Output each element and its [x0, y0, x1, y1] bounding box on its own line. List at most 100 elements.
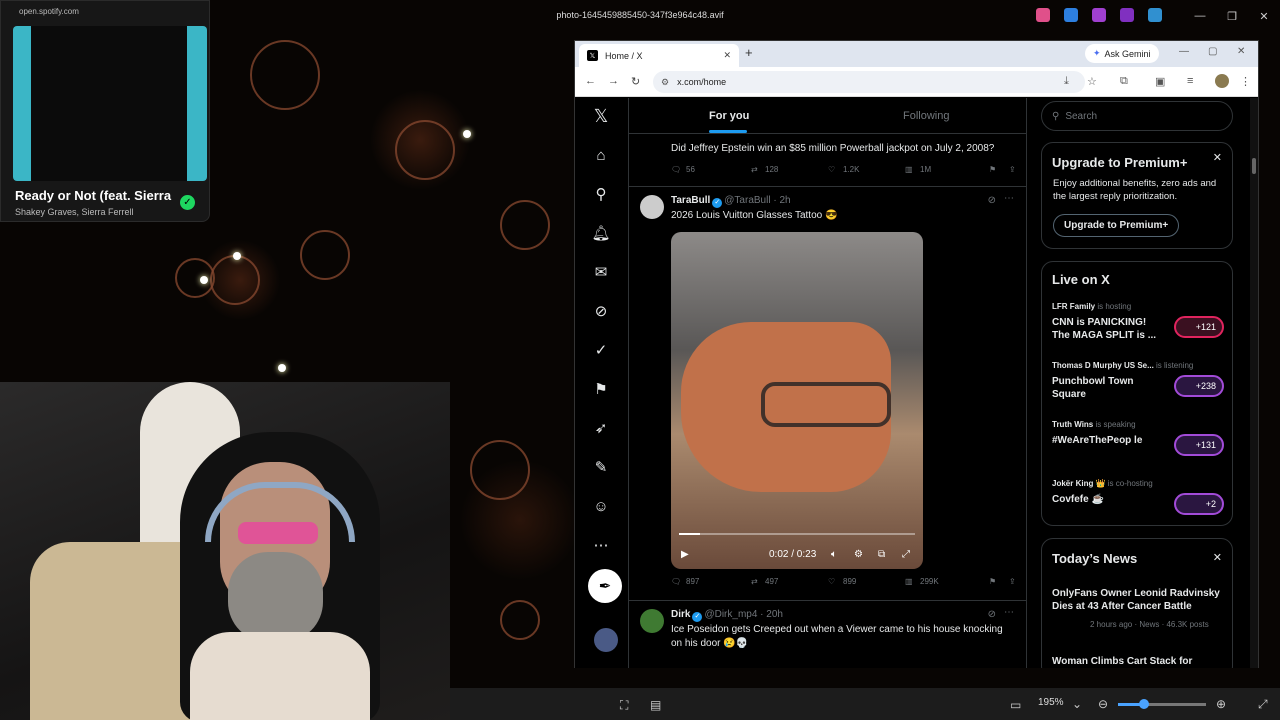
compose-post-button[interactable]: ✒ [588, 569, 622, 603]
back-icon[interactable]: ← [585, 75, 596, 87]
author-handle[interactable]: @Dirk_mp4 · 20h [704, 609, 783, 620]
zoom-level[interactable]: 195% [1038, 697, 1064, 708]
home-icon[interactable]: ⌂ [589, 143, 613, 167]
share-icon[interactable]: ⇪ [1009, 165, 1016, 174]
app-icon[interactable] [1148, 8, 1162, 22]
author-avatar[interactable] [640, 609, 664, 633]
live-space[interactable]: LFR Family is hosting CNN is PANICKING! … [1052, 302, 1224, 341]
fit-screen-icon[interactable]: ⛶ [620, 698, 628, 713]
video-player[interactable]: ▶ 0:02 / 0:23 🔈︎ ⚙ ⧉ ⤢ [671, 232, 923, 569]
reply-icon[interactable]: 🗨︎ [671, 577, 681, 586]
settings-icon[interactable]: ⚙ [854, 549, 863, 560]
minimize-icon[interactable]: — [1184, 4, 1216, 28]
author-name[interactable]: TaraBull [671, 195, 710, 206]
post-text[interactable]: 2026 Louis Vuitton Glasses Tattoo 😎 [671, 209, 1016, 223]
post-text[interactable]: Ice Poseidon gets Creeped out when a Vie… [671, 623, 1016, 651]
author-avatar[interactable] [640, 195, 664, 219]
new-tab-button[interactable]: + [745, 45, 753, 60]
grok-icon[interactable]: ⊘ [988, 195, 996, 206]
saved-check-icon[interactable]: ✓ [180, 195, 195, 210]
explore-icon[interactable]: ⚲ [589, 182, 613, 206]
profile-avatar[interactable] [1215, 74, 1229, 88]
profile-icon[interactable]: ☺ [589, 494, 613, 518]
post-dirk[interactable]: Dirk ✓ @Dirk_mp4 · 20h ⊘ ⋯ Ice Poseidon ge… [629, 600, 1026, 668]
extensions-icon[interactable]: ⧉ [1120, 75, 1128, 88]
bookmark-star-icon[interactable]: ☆ [1087, 75, 1097, 88]
pip-icon[interactable]: ⧉ [878, 549, 885, 560]
maximize-icon[interactable]: ▢ [1208, 46, 1217, 57]
video-progress[interactable] [679, 533, 915, 535]
app-icon[interactable] [1092, 8, 1106, 22]
close-icon[interactable]: ✕ [1248, 4, 1280, 28]
reading-list-icon[interactable]: ▣ [1155, 75, 1165, 88]
app-icon[interactable] [1036, 8, 1050, 22]
reply-icon[interactable]: 🗨︎ [671, 165, 681, 174]
more-icon[interactable]: ⋯ [1004, 607, 1014, 618]
close-icon[interactable]: ✕ [1213, 551, 1222, 564]
more-icon[interactable]: ⋯ [589, 533, 613, 557]
post-actions: 🗨︎ 897 ⇄ 497 ♡ 899 ▥ 299K ⚑ ⇪ [671, 577, 1016, 591]
ask-gemini-button[interactable]: ✦ Ask Gemini [1085, 44, 1159, 63]
fullscreen-icon[interactable]: ⤢ [1258, 697, 1268, 712]
site-info-icon[interactable]: ⚙ [661, 77, 669, 88]
text-select-icon[interactable]: ▤ [650, 698, 661, 712]
author-name[interactable]: Dirk [671, 609, 690, 620]
views-icon[interactable]: ▥ [905, 165, 913, 174]
menu-icon[interactable]: ⋮ [1240, 75, 1251, 88]
rocket-icon[interactable]: ➶ [589, 416, 613, 440]
forward-icon[interactable]: → [608, 75, 619, 87]
tab-for-you[interactable]: For you [709, 110, 749, 122]
zoom-in-icon[interactable]: ⊕ [1216, 697, 1226, 711]
tab-following[interactable]: Following [903, 110, 949, 122]
close-icon[interactable]: ✕ [1237, 46, 1245, 57]
app-icon[interactable] [1064, 8, 1078, 22]
fullscreen-icon[interactable]: ⤢ [902, 549, 910, 560]
volume-icon[interactable]: 🔈︎ [831, 549, 837, 560]
verified-icon[interactable]: ✓ [589, 338, 613, 362]
news-item-title[interactable]: Woman Climbs Cart Stack for [1052, 655, 1224, 668]
page-scrollbar[interactable] [1250, 98, 1258, 668]
bookmark-icon[interactable]: ⚑ [989, 165, 996, 174]
maximize-icon[interactable]: ❐ [1216, 4, 1248, 28]
more-icon[interactable]: ⋯ [1004, 193, 1014, 204]
install-icon[interactable]: ⤓ [1064, 75, 1069, 88]
reload-icon[interactable]: ↻ [631, 75, 640, 88]
bookmark-icon[interactable]: ⚑ [989, 577, 996, 586]
repost-icon[interactable]: ⇄ [751, 165, 758, 174]
notifications-icon[interactable]: 🔔︎ [589, 221, 613, 245]
zoom-slider[interactable] [1118, 699, 1206, 709]
author-handle[interactable]: @TaraBull · 2h [724, 195, 790, 206]
zoom-out-icon[interactable]: ⊖ [1098, 697, 1108, 711]
live-space[interactable]: Thomas D Murphy US Se... is listening Pu… [1052, 361, 1224, 400]
views-icon[interactable]: ▥ [905, 577, 913, 586]
like-icon[interactable]: ♡ [828, 577, 835, 586]
account-avatar[interactable] [594, 628, 618, 652]
drafts-icon[interactable]: ✎ [589, 455, 613, 479]
chevron-down-icon[interactable]: ⌄ [1072, 697, 1082, 711]
post-tarabull[interactable]: TaraBull ✓ @TaraBull · 2h ⊘ ⋯ 2026 Louis V… [629, 186, 1026, 600]
minimize-icon[interactable]: — [1179, 46, 1189, 57]
play-icon[interactable]: ▶ [681, 549, 689, 560]
live-space[interactable]: Truth Wins is speaking #WeAreThePeop le … [1052, 420, 1224, 456]
messages-icon[interactable]: ✉ [589, 260, 613, 284]
post-text[interactable]: Did Jeffrey Epstein win an $85 million P… [671, 142, 1016, 156]
host-name: Truth Wins [1052, 420, 1094, 429]
close-tab-icon[interactable]: ✕ [723, 50, 731, 61]
app-icon[interactable] [1120, 8, 1134, 22]
repost-icon[interactable]: ⇄ [751, 577, 758, 586]
aspect-icon[interactable]: ▭ [1010, 698, 1021, 712]
tab-home-x[interactable]: 𝕏 Home / X ✕ [579, 44, 739, 67]
grok-icon[interactable]: ⊘ [589, 299, 613, 323]
like-icon[interactable]: ♡ [828, 165, 835, 174]
media-icon[interactable]: ≡ [1187, 75, 1193, 87]
bookmarks-icon[interactable]: ⚑ [589, 377, 613, 401]
close-icon[interactable]: ✕ [1213, 151, 1222, 164]
news-item-title[interactable]: OnlyFans Owner Leonid Radvinsky Dies at … [1052, 587, 1224, 613]
upgrade-premium-button[interactable]: Upgrade to Premium+ [1053, 214, 1180, 237]
share-icon[interactable]: ⇪ [1009, 577, 1016, 586]
grok-icon[interactable]: ⊘ [988, 609, 996, 620]
x-logo-icon[interactable]: 𝕏 [589, 104, 613, 128]
live-space[interactable]: Jokër King 👑 is co-hosting Covfefe ☕ +2 [1052, 479, 1224, 515]
search-input[interactable]: ⚲ Search [1041, 101, 1233, 131]
address-bar[interactable]: ⚙ x.com/home [653, 71, 1085, 93]
